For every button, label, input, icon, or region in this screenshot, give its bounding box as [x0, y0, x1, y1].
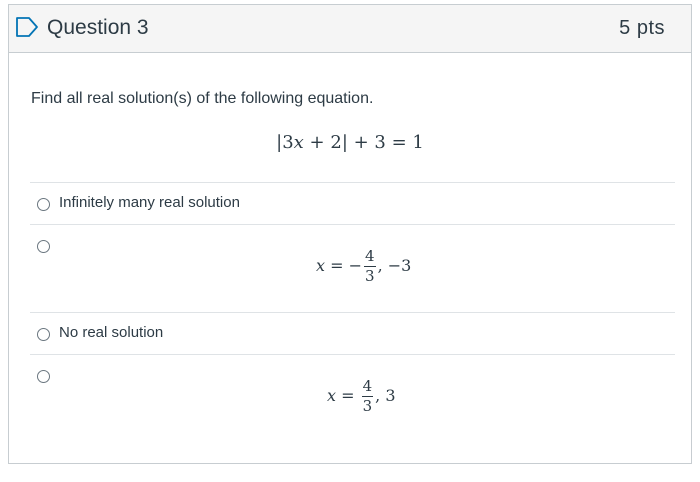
- radio-button[interactable]: [37, 328, 50, 341]
- fraction-denominator: 3: [365, 267, 375, 285]
- question-prompt: Find all real solution(s) of the followi…: [31, 90, 374, 107]
- answer-tail: , −3: [377, 256, 412, 275]
- fraction-numerator: 4: [364, 247, 376, 267]
- answer-option-3[interactable]: No real solution: [30, 313, 675, 354]
- answer-tail: , 3: [375, 386, 396, 405]
- fraction-numerator: 4: [361, 377, 374, 397]
- answer-label: Infinitely many real solution: [59, 194, 240, 211]
- radio-button[interactable]: [37, 240, 50, 253]
- question-title: Question 3: [47, 16, 149, 39]
- question-points: 5 pts: [619, 17, 665, 39]
- answer-equals: =: [336, 386, 360, 405]
- answer-equation: x = 43, 3: [327, 379, 396, 414]
- equation-rest: + 3 = 1: [347, 132, 424, 153]
- answer-variable: x: [316, 256, 326, 275]
- radio-button[interactable]: [37, 198, 50, 211]
- equation-coefficient: 3: [282, 132, 294, 153]
- flag-question-icon[interactable]: [15, 16, 41, 38]
- answer-variable: x: [327, 386, 337, 405]
- radio-button[interactable]: [37, 370, 50, 383]
- answer-equation: x = −4 3, −3: [316, 249, 411, 284]
- answer-option-1[interactable]: Infinitely many real solution: [30, 183, 675, 224]
- fraction-denominator: 3: [362, 397, 373, 415]
- fraction: 43: [364, 249, 376, 284]
- fraction: 43: [361, 377, 374, 415]
- answer-equals: = −: [325, 256, 363, 275]
- answer-label: No real solution: [59, 324, 164, 341]
- question-card: Question 3 5 pts Find all real solution(…: [8, 4, 692, 464]
- answer-option-4[interactable]: x = 43, 3: [30, 355, 675, 445]
- equation-plus-two: + 2: [303, 132, 342, 153]
- equation-variable: x: [293, 132, 304, 153]
- question-header: Question 3 5 pts: [9, 5, 691, 53]
- main-equation: |3x + 2| + 3 = 1: [9, 132, 691, 153]
- answer-option-2[interactable]: x = −4 3, −3: [30, 225, 675, 312]
